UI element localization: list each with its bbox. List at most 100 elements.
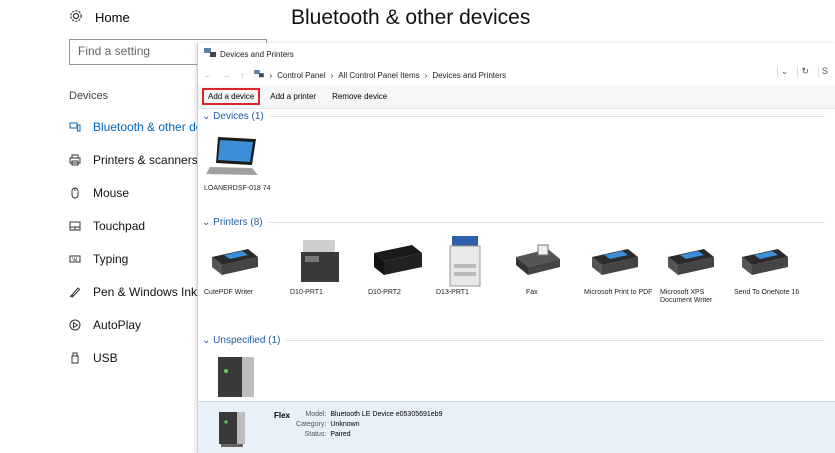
nav-label: Pen & Windows Ink [93,284,198,299]
devices-printers-icon [204,48,216,60]
printer-icon [204,235,264,287]
nav-item-mouse[interactable]: Mouse [69,176,199,209]
nav-item-touchpad[interactable]: Touchpad [69,209,199,242]
nav-label: AutoPlay [93,317,142,332]
group-divider [268,221,825,223]
address-controls: ⌄ ↻ S [776,66,831,77]
chevron-down-icon: ⌄ [202,110,214,122]
device-box-icon [206,349,266,401]
mfp-printer-icon [290,235,350,287]
printer-tile[interactable]: Fax [508,235,578,297]
window-title: Devices and Printers [220,49,294,59]
nav-label: Typing [93,251,129,266]
gear-icon [69,9,83,26]
printer-icon [660,235,720,287]
details-key: Category: [296,421,327,428]
command-bar: Add a device Add a printer Remove device [198,85,835,109]
nav-item-usb[interactable]: USB [69,341,199,374]
nav-item-bluetooth[interactable]: Bluetooth & other devi [69,110,211,143]
printer-icon [69,154,81,166]
printer-tile[interactable]: Microsoft XPS Document Writer [660,235,730,306]
printer-label: Fax [526,289,538,296]
group-header-devices[interactable]: ⌄ Devices (1) [198,109,835,123]
device-tile[interactable]: LOANERDSF-018 74 [204,131,274,193]
group-header-unspecified[interactable]: ⌄ Unspecified (1) [198,333,835,347]
group-label: Printers (8) [213,216,263,228]
group-divider [286,339,825,341]
settings-nav: Bluetooth & other devi Printers & scanne… [69,110,211,374]
printer-tile[interactable]: Send To OneNote 16 [734,235,804,297]
breadcrumb-item[interactable]: Control Panel [277,71,325,80]
chevron-down-icon: ⌄ [202,334,214,346]
nav-item-typing[interactable]: Typing [69,242,199,275]
breadcrumb: › Control Panel › All Control Panel Item… [254,70,506,80]
devices-and-printers-window: Devices and Printers ← → ↑ › Control Pan… [197,43,835,453]
printer-tile[interactable]: D10-PRT2 [368,235,438,297]
printer-tile[interactable]: D13-PRT1 [436,235,506,297]
printer-tile[interactable]: D10-PRT1 [290,235,360,297]
add-device-button[interactable]: Add a device [202,88,261,105]
usb-icon [69,352,81,364]
touchpad-icon [69,220,81,232]
window-titlebar: Devices and Printers [198,43,835,65]
nav-label: USB [93,350,118,365]
device-box-icon [210,406,254,450]
printer-tile[interactable]: CutePDF Writer [204,235,274,297]
details-value: Unknown [330,421,360,428]
copier-icon [436,235,496,287]
refresh-icon[interactable]: ↻ [797,66,812,77]
unspecified-list [198,347,835,399]
details-pane: Flex Model: Bluetooth LE Device e0530569… [198,401,835,453]
nav-label: Printers & scanners [93,152,198,167]
device-label: LOANERDSF-018 74 [204,185,271,192]
printers-list: CutePDF Writer D10-PRT1 D10-PRT2 D13-PRT… [198,229,835,333]
chevron-down-icon[interactable]: ⌄ [776,66,792,77]
details-value: Bluetooth LE Device e05305691eb9 [330,411,443,418]
fax-icon [508,235,568,287]
breadcrumb-item[interactable]: Devices and Printers [432,71,506,80]
printer-tile[interactable]: Microsoft Print to PDF [584,235,654,297]
group-divider [269,115,825,117]
address-bar[interactable]: ← → ↑ › Control Panel › All Control Pane… [198,65,835,85]
home-link[interactable]: Home [69,9,130,26]
printer-label: Microsoft XPS Document Writer [660,289,713,305]
chevron-right-icon: › [330,70,334,80]
nav-item-autoplay[interactable]: AutoPlay [69,308,199,341]
group-label: Unspecified (1) [213,334,281,346]
printer-label: Send To OneNote 16 [734,289,800,296]
nav-item-pen[interactable]: Pen & Windows Ink [69,275,199,308]
autoplay-icon [69,319,81,331]
screen: Home Bluetooth & other devices Find a se… [0,0,835,453]
printer-icon [734,235,794,287]
laptop-icon [204,131,264,183]
remove-device-button[interactable]: Remove device [326,88,393,105]
pen-icon [69,286,81,298]
printer-icon [584,235,644,287]
nav-label: Bluetooth & other devi [93,119,212,134]
inkjet-printer-icon [368,235,428,287]
printer-label: D10-PRT2 [368,289,401,296]
mouse-icon [69,187,81,199]
details-properties: Model: Bluetooth LE Device e05305691eb9 … [296,411,442,438]
breadcrumb-item[interactable]: All Control Panel Items [338,71,419,80]
page-title: Bluetooth & other devices [291,6,531,29]
details-key: Model: [305,411,327,418]
devices-list: LOANERDSF-018 74 [198,123,835,215]
chevron-right-icon: › [269,70,273,80]
nav-label: Touchpad [93,218,146,233]
details-key: Status: [304,431,327,438]
printer-label: Microsoft Print to PDF [584,289,653,296]
section-label: Devices [69,90,109,102]
bluetooth-devices-icon [69,121,81,133]
search-icon[interactable]: S [817,66,831,77]
printer-label: D13-PRT1 [436,289,469,296]
group-header-printers[interactable]: ⌄ Printers (8) [198,215,835,229]
keyboard-icon [69,253,81,265]
nav-item-printers[interactable]: Printers & scanners [69,143,199,176]
details-value: Paired [330,431,351,438]
nav-arrows[interactable]: ← → ↑ [204,71,248,80]
printer-label: D10-PRT1 [290,289,323,296]
home-label: Home [95,10,130,25]
add-printer-button[interactable]: Add a printer [264,88,322,105]
device-tile[interactable] [206,349,276,401]
